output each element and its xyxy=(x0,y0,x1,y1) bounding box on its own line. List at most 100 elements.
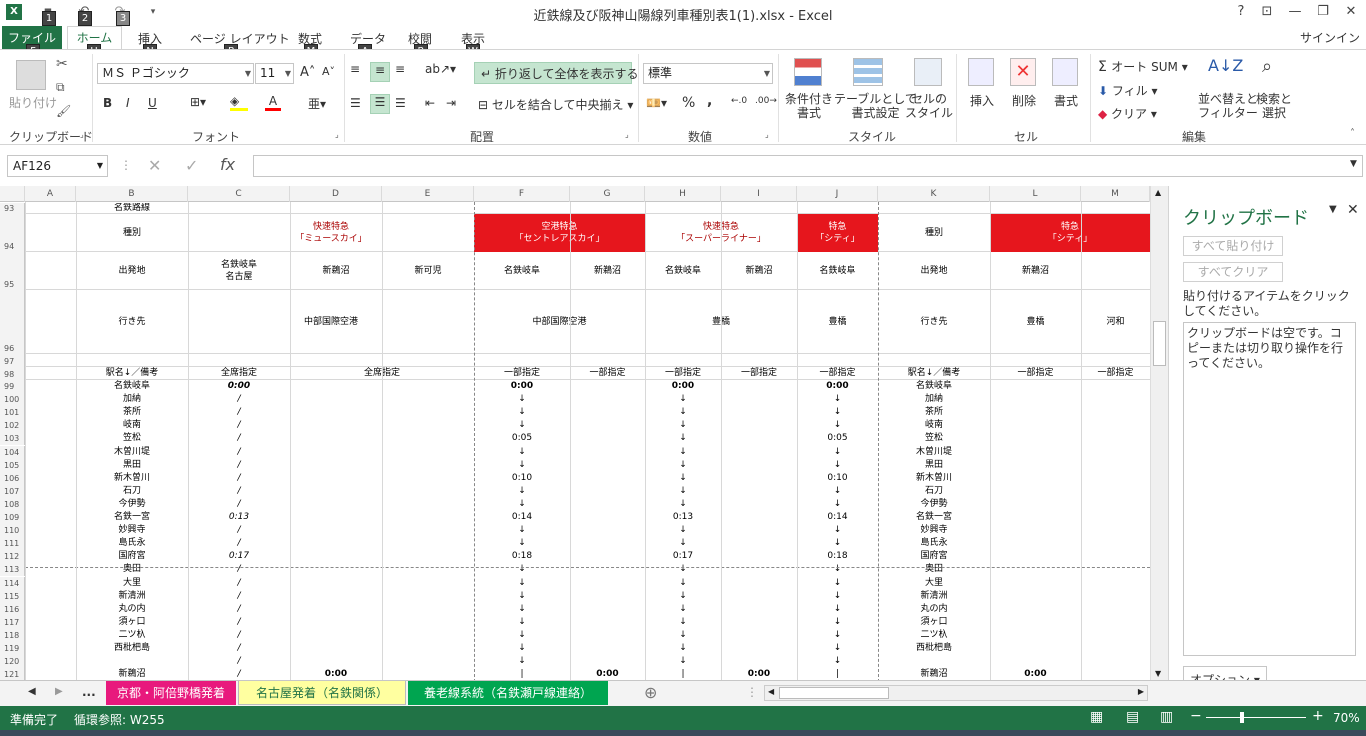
row-header-120[interactable]: 120 xyxy=(0,655,25,668)
sort-filter-icon[interactable]: A↓Z xyxy=(1208,56,1243,75)
number-launcher-icon[interactable]: ⌟ xyxy=(765,130,769,139)
sheet-tab-nagoya[interactable]: 名古屋発着（名鉄関係） xyxy=(238,681,406,705)
column-header-b[interactable]: B xyxy=(76,186,188,202)
increase-indent-icon[interactable]: ⇥ xyxy=(446,96,456,110)
row-header-117[interactable]: 117 xyxy=(0,616,25,629)
paste-button[interactable]: 貼り付け xyxy=(9,94,57,111)
more-sheets-icon[interactable]: ... xyxy=(82,685,96,699)
clipboard-launcher-icon[interactable]: ⌟ xyxy=(80,130,84,139)
row-header-97[interactable]: 97 xyxy=(0,354,25,367)
cut-icon[interactable]: ✂ xyxy=(56,56,68,72)
formula-input[interactable] xyxy=(253,155,1363,177)
shrink-font-icon[interactable]: A˅ xyxy=(322,65,335,78)
align-right-icon[interactable]: ☰ xyxy=(395,96,406,110)
find-select-icon[interactable]: ⌕ xyxy=(1262,56,1272,77)
orientation-icon[interactable]: ab↗▾ xyxy=(425,62,456,76)
clear-button[interactable]: ◆ クリア ▾ xyxy=(1098,105,1157,122)
merge-center-button[interactable]: ⊟ セルを結合して中央揃え ▾ xyxy=(478,96,633,113)
minimize-icon[interactable]: — xyxy=(1282,2,1308,22)
name-box[interactable]: AF126 ▼ xyxy=(7,155,108,177)
row-header-98[interactable]: 98 xyxy=(0,367,25,380)
number-format-combo[interactable]: 標準 ▼ xyxy=(643,63,773,84)
row-header-104[interactable]: 104 xyxy=(0,446,25,459)
font-color-icon[interactable]: A xyxy=(265,94,281,111)
format-cells-icon[interactable] xyxy=(1052,58,1078,86)
row-header-105[interactable]: 105 xyxy=(0,459,25,472)
name-box-dropdown-icon[interactable]: ▼ xyxy=(97,156,103,176)
ribbon-display-icon[interactable]: ⊡ xyxy=(1254,2,1280,22)
scroll-left-icon[interactable]: ◀ xyxy=(768,687,774,696)
find-select-button[interactable]: 検索と 選択 xyxy=(1256,92,1292,120)
worksheet-grid[interactable]: ABCDEFGHIJKLM 93 94 95 96 97 98 名鉄路線 種別 快速特急 「ミュー… xyxy=(0,186,1150,680)
row-header-116[interactable]: 116 xyxy=(0,603,25,616)
align-left-icon[interactable]: ☰ xyxy=(350,96,361,110)
row-header-121[interactable]: 121 xyxy=(0,668,25,680)
paste-all-button[interactable]: すべて貼り付け xyxy=(1183,236,1283,256)
font-name-combo[interactable]: ＭＳ Ｐゴシック ▼ xyxy=(97,63,254,84)
help-button[interactable]: ? xyxy=(1228,2,1254,22)
insert-cells-button[interactable]: 挿入 xyxy=(970,92,994,109)
scroll-up-icon[interactable]: ▲ xyxy=(1155,188,1161,197)
alignment-launcher-icon[interactable]: ⌟ xyxy=(625,130,629,139)
close-icon[interactable]: ✕ xyxy=(1338,2,1364,22)
select-all-corner[interactable] xyxy=(0,186,25,202)
collapse-ribbon-icon[interactable]: ˄ xyxy=(1350,128,1355,139)
conditional-formatting-button[interactable]: 条件付き 書式 xyxy=(785,92,833,120)
delete-cells-icon[interactable]: ✕ xyxy=(1010,58,1036,86)
phonetic-icon[interactable]: 亜▾ xyxy=(308,95,326,112)
restore-icon[interactable]: ❐ xyxy=(1310,2,1336,22)
align-top-icon[interactable]: ≡ xyxy=(350,62,360,76)
row-header-119[interactable]: 119 xyxy=(0,642,25,655)
align-middle-icon[interactable]: ≡ xyxy=(370,62,390,82)
row-header-113[interactable]: 113 xyxy=(0,563,25,576)
fill-color-icon[interactable]: ◈ xyxy=(230,94,248,111)
delete-cells-button[interactable]: 削除 xyxy=(1012,92,1036,109)
column-header-j[interactable]: J xyxy=(797,186,878,202)
tab-split-grip-icon[interactable]: ⋮ xyxy=(746,685,758,699)
signin-link[interactable]: サインイン xyxy=(1300,29,1360,46)
column-header-k[interactable]: K xyxy=(878,186,990,202)
row-header-93[interactable]: 93 xyxy=(0,203,25,214)
row-header-94[interactable]: 94 xyxy=(0,214,25,252)
column-header-c[interactable]: C xyxy=(188,186,290,202)
clear-all-button[interactable]: すべてクリア xyxy=(1183,262,1283,282)
underline-button[interactable]: U xyxy=(148,96,157,110)
row-header-99[interactable]: 99 xyxy=(0,380,25,393)
vertical-scroll-thumb[interactable] xyxy=(1153,321,1166,366)
decrease-decimal-icon[interactable]: .00→ xyxy=(755,96,777,106)
confirm-entry-icon[interactable]: ✓ xyxy=(185,156,198,175)
row-header-102[interactable]: 102 xyxy=(0,419,25,432)
insert-function-button[interactable]: fx xyxy=(220,155,235,174)
wrap-text-button[interactable]: ↵ 折り返して全体を表示する xyxy=(474,62,639,84)
horizontal-scroll-thumb[interactable] xyxy=(779,687,889,699)
row-header-112[interactable]: 112 xyxy=(0,550,25,563)
row-header-110[interactable]: 110 xyxy=(0,524,25,537)
column-header-l[interactable]: L xyxy=(990,186,1081,202)
pane-close-icon[interactable]: ✕ xyxy=(1347,202,1359,218)
row-header-96[interactable]: 96 xyxy=(0,290,25,354)
cell-styles-button[interactable]: セルの スタイル xyxy=(905,92,953,120)
zoom-slider[interactable] xyxy=(1206,717,1306,718)
align-center-icon[interactable]: ☰ xyxy=(370,94,390,114)
scroll-down-icon[interactable]: ▼ xyxy=(1155,669,1161,678)
decrease-indent-icon[interactable]: ⇤ xyxy=(425,96,435,110)
prev-sheet-icon[interactable]: ◀ xyxy=(28,686,36,697)
row-header-111[interactable]: 111 xyxy=(0,537,25,550)
normal-view-icon[interactable]: ▦ xyxy=(1090,709,1103,725)
comma-button[interactable]: , xyxy=(707,93,712,109)
zoom-level[interactable]: 70% xyxy=(1333,711,1360,725)
pane-options-icon[interactable]: ▼ xyxy=(1329,204,1337,215)
insert-cells-icon[interactable] xyxy=(968,58,994,86)
row-header-101[interactable]: 101 xyxy=(0,406,25,419)
zoom-slider-thumb[interactable] xyxy=(1240,712,1244,723)
column-header-e[interactable]: E xyxy=(382,186,474,202)
row-header-95[interactable]: 95 xyxy=(0,252,25,290)
cancel-entry-icon[interactable]: ✕ xyxy=(148,156,161,175)
cell-styles-icon[interactable] xyxy=(914,58,942,86)
column-header-f[interactable]: F xyxy=(474,186,570,202)
copy-icon[interactable]: ⧉ xyxy=(56,80,65,95)
vertical-scrollbar[interactable]: ▲ ▼ xyxy=(1150,186,1168,680)
column-header-a[interactable]: A xyxy=(25,186,76,202)
column-header-i[interactable]: I xyxy=(721,186,797,202)
row-header-106[interactable]: 106 xyxy=(0,472,25,485)
